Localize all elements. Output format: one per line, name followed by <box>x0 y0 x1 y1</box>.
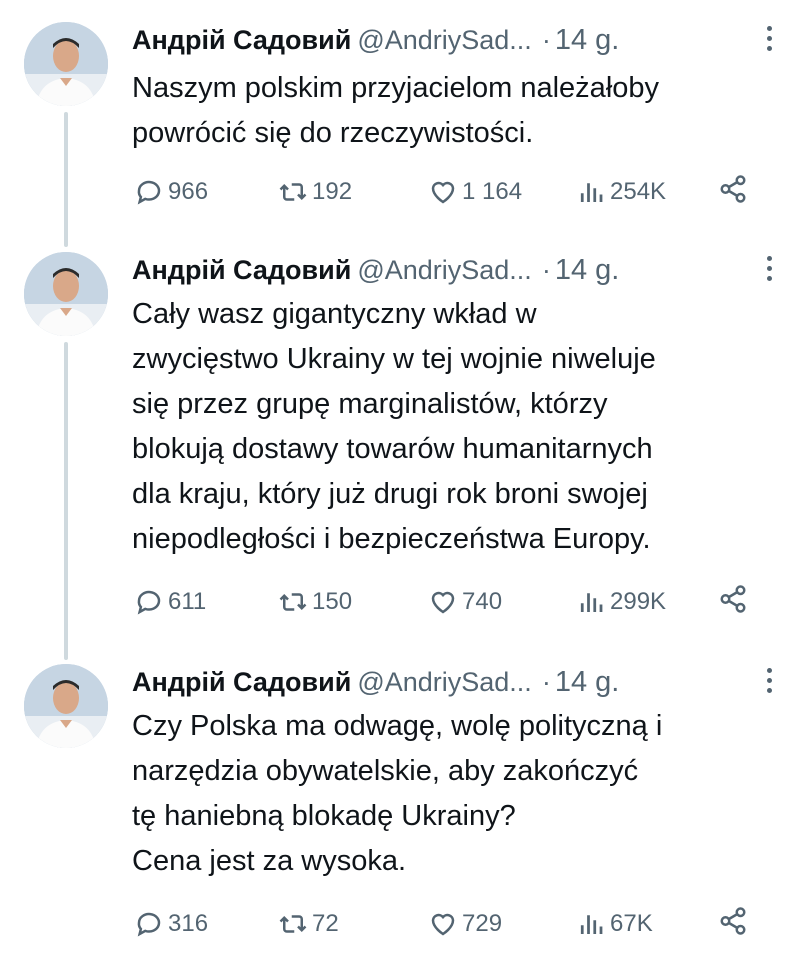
separator-dot: · <box>541 255 551 285</box>
author-name[interactable]: Андрій Садовий <box>132 25 351 55</box>
tweet-line: Naszym polskim przyjacielom należałoby <box>132 72 660 104</box>
reply-button[interactable]: 316 <box>134 904 208 944</box>
tweet-line: tę haniebną blokadę Ukrainy? <box>132 800 516 832</box>
more-icon[interactable] <box>763 256 775 286</box>
tweet-line: się przez grupę marginalistów, którzy <box>132 388 608 420</box>
views-button[interactable]: 254K <box>576 172 666 212</box>
more-icon[interactable] <box>763 668 775 698</box>
author-handle[interactable]: @AndriySad... <box>357 667 532 697</box>
author-handle[interactable]: @AndriySad... <box>357 25 532 55</box>
repost-button[interactable]: 72 <box>278 904 339 944</box>
separator-dot: · <box>541 667 551 697</box>
tweet-text: Czy Polska ma odwagę, wolę polityczną i … <box>132 704 787 884</box>
avatar[interactable] <box>24 664 108 748</box>
avatar[interactable] <box>24 22 108 106</box>
timestamp[interactable]: 14 g. <box>555 254 620 286</box>
reply-count: 611 <box>168 588 207 615</box>
repost-icon <box>279 915 307 933</box>
thread: Андрій Садовий @AndriySad... · 14 g. Naszym… <box>0 0 807 960</box>
reply-icon <box>137 590 161 615</box>
reply-icon <box>137 180 161 205</box>
like-count: 1 164 <box>462 178 523 205</box>
avatar[interactable] <box>24 252 108 336</box>
like-button[interactable]: 729 <box>428 904 502 944</box>
views-icon <box>580 593 603 612</box>
views-button[interactable]: 299K <box>576 582 666 622</box>
repost-icon <box>279 183 307 201</box>
tweet-line: Cały wasz gigantyczny wkład w <box>132 298 537 330</box>
repost-icon <box>279 593 307 611</box>
tweet-line: narzędzia obywatelskie, aby zakończyć <box>132 755 639 787</box>
tweet-line: Cena jest za wysoka. <box>132 845 407 877</box>
repost-count: 192 <box>312 178 353 205</box>
share-icon[interactable] <box>718 584 748 614</box>
action-bar: 316 72 729 67K <box>132 904 772 944</box>
repost-count: 72 <box>312 910 339 937</box>
tweet-header: Андрій Садовий @AndriySad... · 14 g. <box>132 254 787 294</box>
like-count: 740 <box>462 588 503 615</box>
author-handle[interactable]: @AndriySad... <box>357 255 532 285</box>
tweet-line: blokują dostawy towarów humanitarnych <box>132 433 653 465</box>
reply-count: 316 <box>168 910 209 937</box>
timestamp[interactable]: 14 g. <box>555 24 620 56</box>
tweet-line: dla kraju, który już drugi rok broni swo… <box>132 478 648 510</box>
tweet-line: zwycięstwo Ukrainy w tej wojnie niweluje <box>132 343 656 375</box>
tweet-text: Naszym polskim przyjacielom należałoby p… <box>132 66 787 156</box>
reply-count: 966 <box>168 178 209 205</box>
timestamp[interactable]: 14 g. <box>555 666 620 698</box>
tweet-line: niepodległości i bezpieczeństwa Europy. <box>132 523 651 555</box>
tweet-header: Андрій Садовий @AndriySad... · 14 g. <box>132 666 787 706</box>
views-count: 254K <box>610 178 667 205</box>
repost-count: 150 <box>312 588 353 615</box>
share-icon[interactable] <box>718 906 748 936</box>
views-button[interactable]: 67K <box>576 904 653 944</box>
tweet-text: Cały wasz gigantyczny wkład w zwycięstwo… <box>132 292 787 562</box>
views-count: 67K <box>610 910 653 937</box>
like-button[interactable]: 1 164 <box>428 172 522 212</box>
separator-dot: · <box>541 25 551 55</box>
reply-button[interactable]: 966 <box>134 172 208 212</box>
like-count: 729 <box>462 910 503 937</box>
tweet-line: powrócić się do rzeczywistości. <box>132 117 534 149</box>
like-icon <box>431 591 455 614</box>
author-name[interactable]: Андрій Садовий <box>132 667 351 697</box>
share-icon[interactable] <box>718 174 748 204</box>
tweet[interactable]: Андрій Садовий @AndriySad... · 14 g. Naszym… <box>0 22 807 222</box>
views-icon <box>580 183 603 202</box>
views-count: 299K <box>610 588 667 615</box>
more-icon[interactable] <box>763 26 775 56</box>
views-icon <box>580 915 603 934</box>
tweet[interactable]: Андрій Садовий @AndriySad... · 14 g. Cały w… <box>0 252 807 632</box>
repost-button[interactable]: 150 <box>278 582 352 622</box>
action-bar: 611 150 740 299K <box>132 582 772 622</box>
tweet-header: Андрій Садовий @AndriySad... · 14 g. <box>132 24 787 64</box>
like-icon <box>431 181 455 204</box>
like-icon <box>431 913 455 936</box>
author-name[interactable]: Андрій Садовий <box>132 255 351 285</box>
reply-icon <box>137 912 161 937</box>
reply-button[interactable]: 611 <box>134 582 206 622</box>
like-button[interactable]: 740 <box>428 582 502 622</box>
repost-button[interactable]: 192 <box>278 172 352 212</box>
tweet-line: Czy Polska ma odwagę, wolę polityczną i <box>132 710 663 742</box>
action-bar: 966 192 1 164 254K <box>132 172 772 212</box>
tweet[interactable]: Андрій Садовий @AndriySad... · 14 g. Czy Po… <box>0 664 807 954</box>
